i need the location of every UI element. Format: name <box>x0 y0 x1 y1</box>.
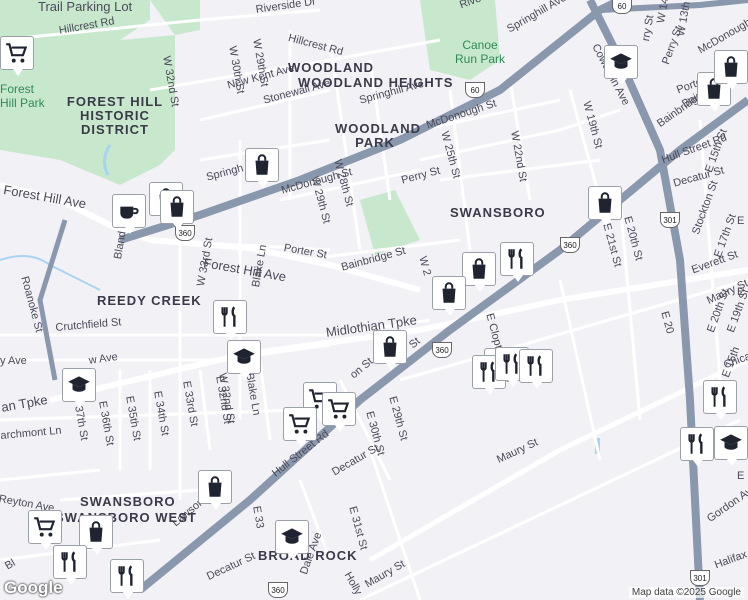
bag-icon <box>436 280 462 306</box>
route-shield: 360 <box>432 342 452 358</box>
map-pin-cart[interactable] <box>283 407 317 447</box>
map-pin-bag[interactable] <box>373 330 407 370</box>
cart-icon <box>287 411 313 437</box>
cart-icon <box>32 514 58 540</box>
map-pin-cart[interactable] <box>322 392 356 432</box>
label-swansboro-west: SWANSBORO WEST <box>55 510 197 525</box>
cup-icon <box>116 198 142 224</box>
label-forest-hill-historic: FOREST HILL HISTORIC DISTRICT <box>66 94 164 137</box>
map-pin-restaurant[interactable] <box>703 380 737 420</box>
restaurant-icon <box>217 304 243 330</box>
bag-icon <box>377 334 403 360</box>
roanoke-st-highway <box>37 219 68 381</box>
route-shield: 60 <box>465 82 485 98</box>
school-icon <box>231 344 257 370</box>
map-pin-bag[interactable] <box>432 276 466 316</box>
map-canvas[interactable]: Trail Parking Lot Riverside Dr Hillcrest… <box>0 0 748 600</box>
forest-hill-park-upper <box>150 0 200 35</box>
school-icon <box>66 372 92 398</box>
map-pin-bag[interactable] <box>160 190 194 230</box>
map-attribution: Map data ©2025 Google <box>628 587 744 598</box>
map-pin-cart[interactable] <box>0 36 34 76</box>
label-canoe-run: Canoe Run Park <box>454 38 506 66</box>
restaurant-icon <box>504 246 530 272</box>
map-pin-school[interactable] <box>62 368 96 408</box>
bag-icon <box>249 152 275 178</box>
map-pin-bag[interactable] <box>462 252 496 292</box>
map-pin-bag[interactable] <box>714 50 748 90</box>
label-woodland-heights-1: WOODLAND <box>288 60 374 75</box>
map-pin-school[interactable] <box>714 426 748 466</box>
map-pin-restaurant[interactable] <box>213 300 247 340</box>
map-pin-school[interactable] <box>275 520 309 560</box>
bag-icon <box>718 54 744 80</box>
label-forest-hill-park: Forest Hill Park <box>0 82 45 110</box>
label-reedy-creek: REEDY CREEK <box>97 293 202 308</box>
cart-icon <box>4 40 30 66</box>
map-pin-school[interactable] <box>227 340 261 380</box>
label-y-ave: y Ave <box>0 355 27 367</box>
map-pin-bag[interactable] <box>588 186 622 226</box>
bag-icon <box>466 256 492 282</box>
bag-icon <box>164 194 190 220</box>
map-pin-cup[interactable] <box>112 194 146 234</box>
google-logo: Google <box>4 578 63 597</box>
route-shield: 301 <box>660 212 680 228</box>
label-e-right-2: E <box>737 286 745 298</box>
school-icon <box>718 430 744 456</box>
bag-icon <box>202 474 228 500</box>
route-shield: 60 <box>612 0 632 14</box>
label-e-right: E <box>737 215 745 227</box>
school-icon <box>608 49 634 75</box>
label-trail-parking: Trail Parking Lot <box>38 0 133 14</box>
label-woodland-heights: WOODLAND HEIGHTS <box>298 75 454 90</box>
map-pin-cart[interactable] <box>28 510 62 550</box>
school-icon <box>279 524 305 550</box>
label-e-low: E <box>737 470 745 482</box>
map-pin-bag[interactable] <box>79 515 113 555</box>
map-pin-restaurant[interactable] <box>110 559 144 599</box>
restaurant-icon <box>114 563 140 589</box>
map-pin-restaurant[interactable] <box>53 545 87 585</box>
map-pin-bag[interactable] <box>245 148 279 188</box>
route-shield: 360 <box>268 582 288 598</box>
restaurant-icon <box>707 384 733 410</box>
map-pin-school[interactable] <box>604 45 638 85</box>
label-swansboro-west-1: SWANSBORO <box>80 494 176 509</box>
map-pin-restaurant[interactable] <box>519 349 553 389</box>
map-pin-bag[interactable] <box>198 470 232 510</box>
label-swansboro: SWANSBORO <box>450 205 546 220</box>
route-shield: 360 <box>560 237 580 253</box>
restaurant-icon <box>523 353 549 379</box>
restaurant-icon <box>684 431 710 457</box>
bag-icon <box>83 519 109 545</box>
map-pin-restaurant[interactable] <box>680 427 714 467</box>
restaurant-icon <box>57 549 83 575</box>
bag-icon <box>592 190 618 216</box>
map-pin-restaurant[interactable] <box>500 242 534 282</box>
cart-icon <box>326 396 352 422</box>
label-woodland-park: WOODLAND PARK <box>335 121 421 150</box>
route-shield: 301 <box>690 570 710 586</box>
